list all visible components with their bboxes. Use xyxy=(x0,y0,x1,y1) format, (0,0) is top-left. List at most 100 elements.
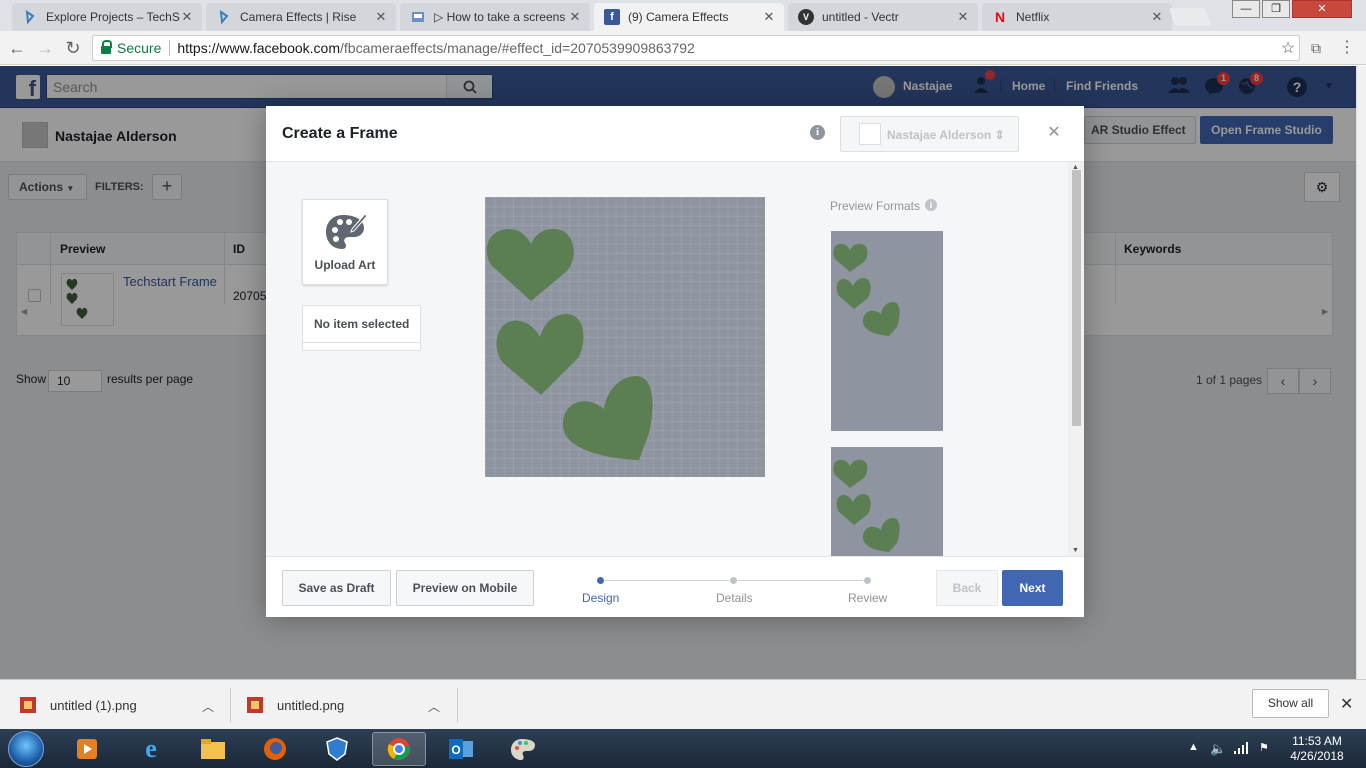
windows-taskbar: e O ▲ 🔈 ⚑ 11:53 AM 4/26/2018 xyxy=(0,729,1366,768)
url-host: https://www.facebook.com xyxy=(177,40,340,56)
page-icon xyxy=(410,9,426,25)
show-hidden-icons-icon[interactable]: ▲ xyxy=(1188,741,1199,753)
svg-text:O: O xyxy=(451,743,460,757)
tab-camera-effects-rise[interactable]: Camera Effects | Rise ✕ xyxy=(206,3,396,31)
dialog-scrollbar[interactable]: ▲ ▼ xyxy=(1068,162,1084,556)
page-scrollbar[interactable] xyxy=(1356,66,1366,679)
clock-time: 11:53 AM xyxy=(1292,734,1342,748)
new-tab-button[interactable] xyxy=(1168,8,1212,26)
image-file-icon xyxy=(20,697,36,713)
system-clock[interactable]: 11:53 AM 4/26/2018 xyxy=(1284,734,1350,764)
show-all-button[interactable]: Show all xyxy=(1252,689,1329,718)
file-explorer-icon[interactable] xyxy=(186,732,240,766)
browser-tab-strip: Explore Projects – TechSt ✕ Camera Effec… xyxy=(0,0,1366,31)
firefox-icon[interactable] xyxy=(248,732,302,766)
tab-how-to-screenshot[interactable]: ▷ How to take a screens ✕ xyxy=(400,3,590,31)
dialog-title: Create a Frame xyxy=(282,125,398,142)
network-icon[interactable] xyxy=(1233,741,1249,758)
step-dot-design xyxy=(596,576,605,585)
internet-explorer-icon[interactable]: e xyxy=(124,732,178,766)
frame-artwork xyxy=(486,228,653,460)
dialog-footer: Save as Draft Preview on Mobile Design D… xyxy=(266,556,1084,617)
vectr-icon: V xyxy=(798,9,814,25)
netflix-icon: N xyxy=(994,9,1006,25)
techstart-icon xyxy=(216,9,232,25)
download-item[interactable]: untitled (1).png xyxy=(20,688,137,722)
minimize-icon[interactable]: — xyxy=(1232,0,1260,18)
extension-icon[interactable]: ⧉ xyxy=(1305,37,1327,59)
start-button-icon[interactable] xyxy=(8,731,44,767)
downloads-bar: untitled (1).png ︿ untitled.png ︿ Show a… xyxy=(0,679,1366,729)
frame-canvas[interactable] xyxy=(485,197,765,477)
window-close-icon[interactable]: ✕ xyxy=(1292,0,1352,18)
restore-icon[interactable]: ❐ xyxy=(1262,0,1290,18)
preview-format-square[interactable] xyxy=(831,447,943,556)
no-item-selected-label: No item selected xyxy=(314,317,410,331)
back-button[interactable]: Back xyxy=(936,570,998,606)
tab-close-icon[interactable]: ✕ xyxy=(1150,9,1164,25)
tab-close-icon[interactable]: ✕ xyxy=(956,9,970,25)
sort-arrows-icon: ⇕ xyxy=(994,128,1005,142)
palette-icon xyxy=(326,213,367,249)
info-icon[interactable]: i xyxy=(810,125,825,140)
preview-formats-info-icon[interactable]: i xyxy=(925,199,937,211)
next-button[interactable]: Next xyxy=(1002,570,1063,606)
step-dot-review xyxy=(863,576,872,585)
url-path: /fbcameraeffects/manage/#effect_id=20705… xyxy=(340,40,695,56)
scroll-down-icon[interactable]: ▼ xyxy=(1072,547,1079,554)
step-review[interactable]: Review xyxy=(848,591,887,605)
upload-art-button[interactable]: Upload Art xyxy=(302,199,388,285)
step-details[interactable]: Details xyxy=(716,591,753,605)
preview-formats-label: Preview Formats xyxy=(830,199,921,213)
reload-icon[interactable]: ↻ xyxy=(62,37,84,59)
download-item[interactable]: untitled.png xyxy=(247,688,344,722)
create-frame-dialog: Create a Frame i Nastajae Alderson ⇕ ✕ U… xyxy=(266,106,1084,617)
page-selector-name: Nastajae Alderson ⇕ xyxy=(887,128,1005,142)
tab-netflix[interactable]: N Netflix ✕ xyxy=(982,3,1172,31)
preview-format-portrait[interactable] xyxy=(831,231,943,431)
paint-icon[interactable] xyxy=(496,732,550,766)
bookmark-star-icon[interactable]: ☆ xyxy=(1277,38,1299,58)
clock-date: 4/26/2018 xyxy=(1290,749,1344,763)
lock-icon xyxy=(101,40,112,54)
tab-vectr[interactable]: V untitled - Vectr ✕ xyxy=(788,3,978,31)
scrollbar-thumb[interactable] xyxy=(1072,170,1081,426)
chrome-taskbar-icon[interactable] xyxy=(372,732,426,766)
layers-panel: No item selected xyxy=(302,305,421,351)
action-center-flag-icon[interactable]: ⚑ xyxy=(1259,741,1269,754)
image-file-icon xyxy=(247,697,263,713)
tab-explore-projects[interactable]: Explore Projects – TechSt ✕ xyxy=(12,3,202,31)
page-avatar xyxy=(859,123,881,145)
dialog-header: Create a Frame i Nastajae Alderson ⇕ ✕ xyxy=(266,106,1084,162)
facebook-icon: f xyxy=(604,9,620,25)
tab-camera-effects-facebook[interactable]: f (9) Camera Effects ✕ xyxy=(594,3,784,31)
chevron-up-icon[interactable]: ︿ xyxy=(428,698,440,715)
preview-on-mobile-button[interactable]: Preview on Mobile xyxy=(396,570,534,606)
tab-close-icon[interactable]: ✕ xyxy=(180,9,194,25)
media-player-icon[interactable] xyxy=(60,732,114,766)
close-icon[interactable]: ✕ xyxy=(1046,125,1062,141)
page-selector[interactable]: Nastajae Alderson ⇕ xyxy=(840,116,1019,152)
close-downloads-icon[interactable]: ✕ xyxy=(1340,694,1353,714)
techstart-icon xyxy=(22,9,38,25)
forward-arrow-icon[interactable]: → xyxy=(34,37,56,59)
back-arrow-icon[interactable]: ← xyxy=(6,37,28,59)
secure-label: Secure xyxy=(117,40,162,56)
chevron-up-icon[interactable]: ︿ xyxy=(202,698,214,715)
tab-close-icon[interactable]: ✕ xyxy=(374,9,388,25)
upload-art-label: Upload Art xyxy=(314,258,376,272)
save-as-draft-button[interactable]: Save as Draft xyxy=(282,570,391,606)
dialog-body: Upload Art No item selected Preview Form… xyxy=(266,162,1068,556)
security-app-icon[interactable] xyxy=(310,732,364,766)
preview-artwork xyxy=(833,459,900,552)
step-dot-details xyxy=(729,576,738,585)
url-bar[interactable]: Secure https://www.facebook.com/fbcamera… xyxy=(92,35,1300,61)
address-toolbar: ← → ↻ Secure https://www.facebook.com/fb… xyxy=(0,31,1366,65)
tab-close-icon[interactable]: ✕ xyxy=(762,9,776,25)
tab-close-icon[interactable]: ✕ xyxy=(568,9,582,25)
outlook-icon[interactable]: O xyxy=(434,732,488,766)
volume-icon[interactable]: 🔈 xyxy=(1210,741,1226,757)
preview-artwork xyxy=(833,243,900,336)
step-design[interactable]: Design xyxy=(582,591,619,605)
chrome-menu-icon[interactable]: ⋮ xyxy=(1336,37,1358,59)
